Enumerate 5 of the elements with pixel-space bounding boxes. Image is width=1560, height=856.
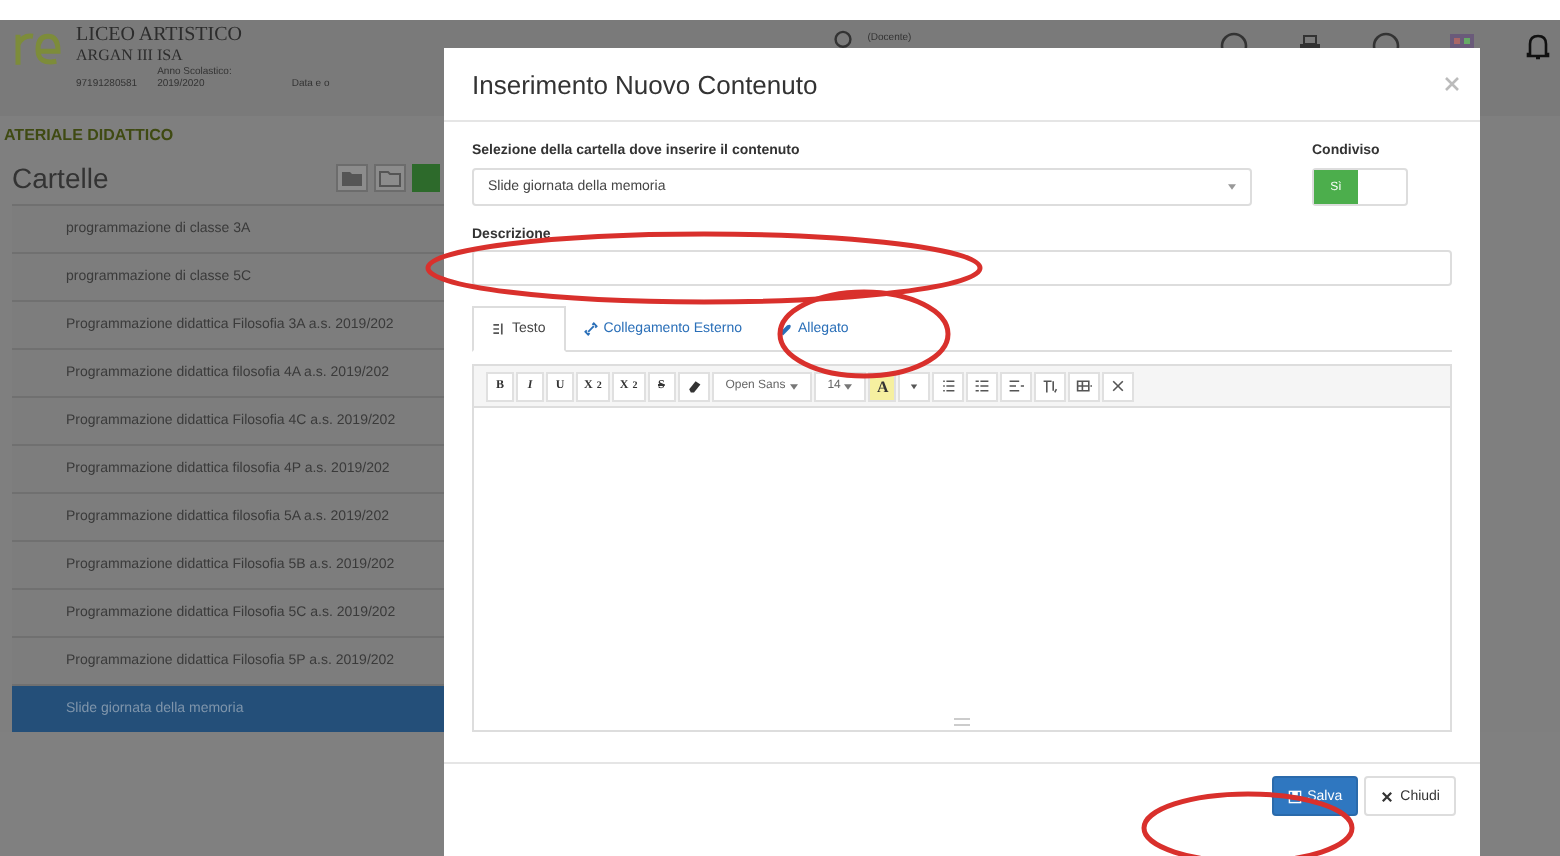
sidebar-title: Cartelle xyxy=(12,162,109,194)
school-branch: ARGAN III ISA xyxy=(76,46,184,66)
dialog-title: Inserimento Nuovo Contenuto xyxy=(472,69,818,99)
school-name: LICEO ARTISTICO xyxy=(76,24,245,46)
section-title: ATERIALE DIDATTICO xyxy=(4,125,174,143)
